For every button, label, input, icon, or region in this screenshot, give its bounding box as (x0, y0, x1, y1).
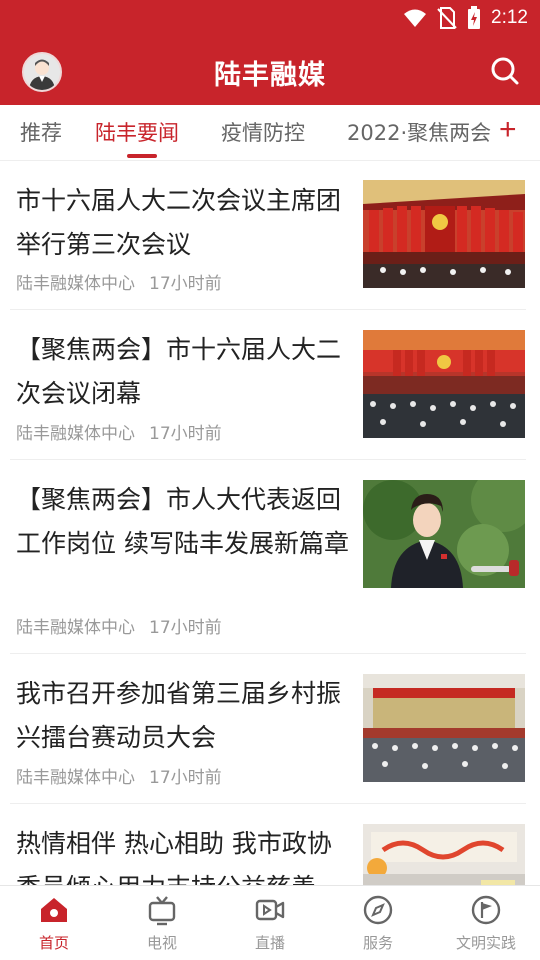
nav-label: 电视 (146, 934, 177, 952)
nav-label: 文明实践 (455, 934, 516, 952)
news-time: 17小时前 (149, 768, 222, 788)
news-meta: 陆丰融媒体中心 17小时前 (16, 613, 222, 638)
home-icon (41, 898, 67, 922)
tab-epidemic[interactable]: 疫情防控 (221, 117, 305, 147)
news-meta: 陆丰融媒体中心 17小时前 (16, 419, 222, 444)
nav-service[interactable]: 服务 (333, 894, 423, 953)
news-item[interactable]: 【聚焦两会】市人大代表返回工作岗位 续写陆丰发展新篇章 陆丰融媒体中心 17小时前 (10, 460, 526, 654)
news-title[interactable]: 【聚焦两会】市十六届人大二次会议闭幕 (16, 328, 351, 416)
news-item[interactable]: 热情相伴 热心相助 我市政协委员倾心用力支持公益慈善 (10, 804, 526, 885)
nav-label: 直播 (254, 934, 285, 952)
battery-charging-icon (468, 6, 481, 29)
nav-label: 服务 (362, 934, 393, 952)
compass-icon (363, 895, 393, 925)
app-header: 2:12 陆丰融媒 (0, 0, 540, 105)
news-meta: 陆丰融媒体中心 17小时前 (16, 269, 222, 294)
flag-icon (471, 895, 501, 925)
news-time: 17小时前 (149, 274, 222, 294)
tab-lufeng-news[interactable]: 陆丰要闻 (95, 117, 179, 147)
news-title[interactable]: 市十六届人大二次会议主席团举行第三次会议 (16, 179, 351, 267)
news-thumbnail[interactable] (363, 824, 525, 885)
status-icons: 2:12 (403, 6, 528, 30)
live-video-icon (255, 899, 285, 921)
news-source: 陆丰融媒体中心 (16, 424, 135, 444)
news-thumbnail[interactable] (363, 330, 525, 438)
news-title[interactable]: 【聚焦两会】市人大代表返回工作岗位 续写陆丰发展新篇章 (16, 478, 351, 566)
news-title[interactable]: 热情相伴 热心相助 我市政协委员倾心用力支持公益慈善 (16, 822, 351, 885)
no-sim-icon (437, 7, 457, 29)
news-meta: 陆丰融媒体中心 17小时前 (16, 763, 222, 788)
channel-tabs: 推荐 陆丰要闻 疫情防控 2022·聚焦两会 + (0, 105, 540, 161)
nav-label: 首页 (38, 934, 69, 952)
news-list: 市十六届人大二次会议主席团举行第三次会议 陆丰融媒体中心 17小时前 【聚焦两会】… (0, 161, 540, 885)
news-time: 17小时前 (149, 424, 222, 444)
nav-tv[interactable]: 电视 (117, 894, 207, 953)
wifi-icon (404, 9, 427, 27)
news-item[interactable]: 【聚焦两会】市十六届人大二次会议闭幕 陆丰融媒体中心 17小时前 (10, 310, 526, 460)
add-channel-button[interactable]: + (499, 113, 517, 147)
active-tab-indicator (127, 154, 157, 158)
news-thumbnail[interactable] (363, 674, 525, 782)
news-item[interactable]: 我市召开参加省第三届乡村振兴擂台赛动员大会 陆丰融媒体中心 17小时前 (10, 654, 526, 804)
nav-live[interactable]: 直播 (225, 894, 315, 953)
tv-icon (148, 896, 176, 926)
nav-civilization[interactable]: 文明实践 (441, 894, 531, 953)
search-icon[interactable] (490, 56, 520, 86)
news-thumbnail[interactable] (363, 480, 525, 588)
status-bar: 2:12 (0, 0, 540, 36)
news-source: 陆丰融媒体中心 (16, 618, 135, 638)
news-thumbnail[interactable] (363, 180, 525, 288)
tab-two-sessions[interactable]: 2022·聚焦两会 (347, 117, 491, 147)
nav-home[interactable]: 首页 (9, 894, 99, 953)
news-time: 17小时前 (149, 618, 222, 638)
news-item[interactable]: 市十六届人大二次会议主席团举行第三次会议 陆丰融媒体中心 17小时前 (10, 161, 526, 310)
bottom-nav: 首页 电视 直播 服务 文明实践 (0, 885, 540, 960)
status-time: 2:12 (491, 7, 528, 28)
tab-recommend[interactable]: 推荐 (20, 117, 62, 147)
app-title: 陆丰融媒 (214, 60, 326, 91)
news-title[interactable]: 我市召开参加省第三届乡村振兴擂台赛动员大会 (16, 672, 351, 760)
news-source: 陆丰融媒体中心 (16, 768, 135, 788)
news-source: 陆丰融媒体中心 (16, 274, 135, 294)
